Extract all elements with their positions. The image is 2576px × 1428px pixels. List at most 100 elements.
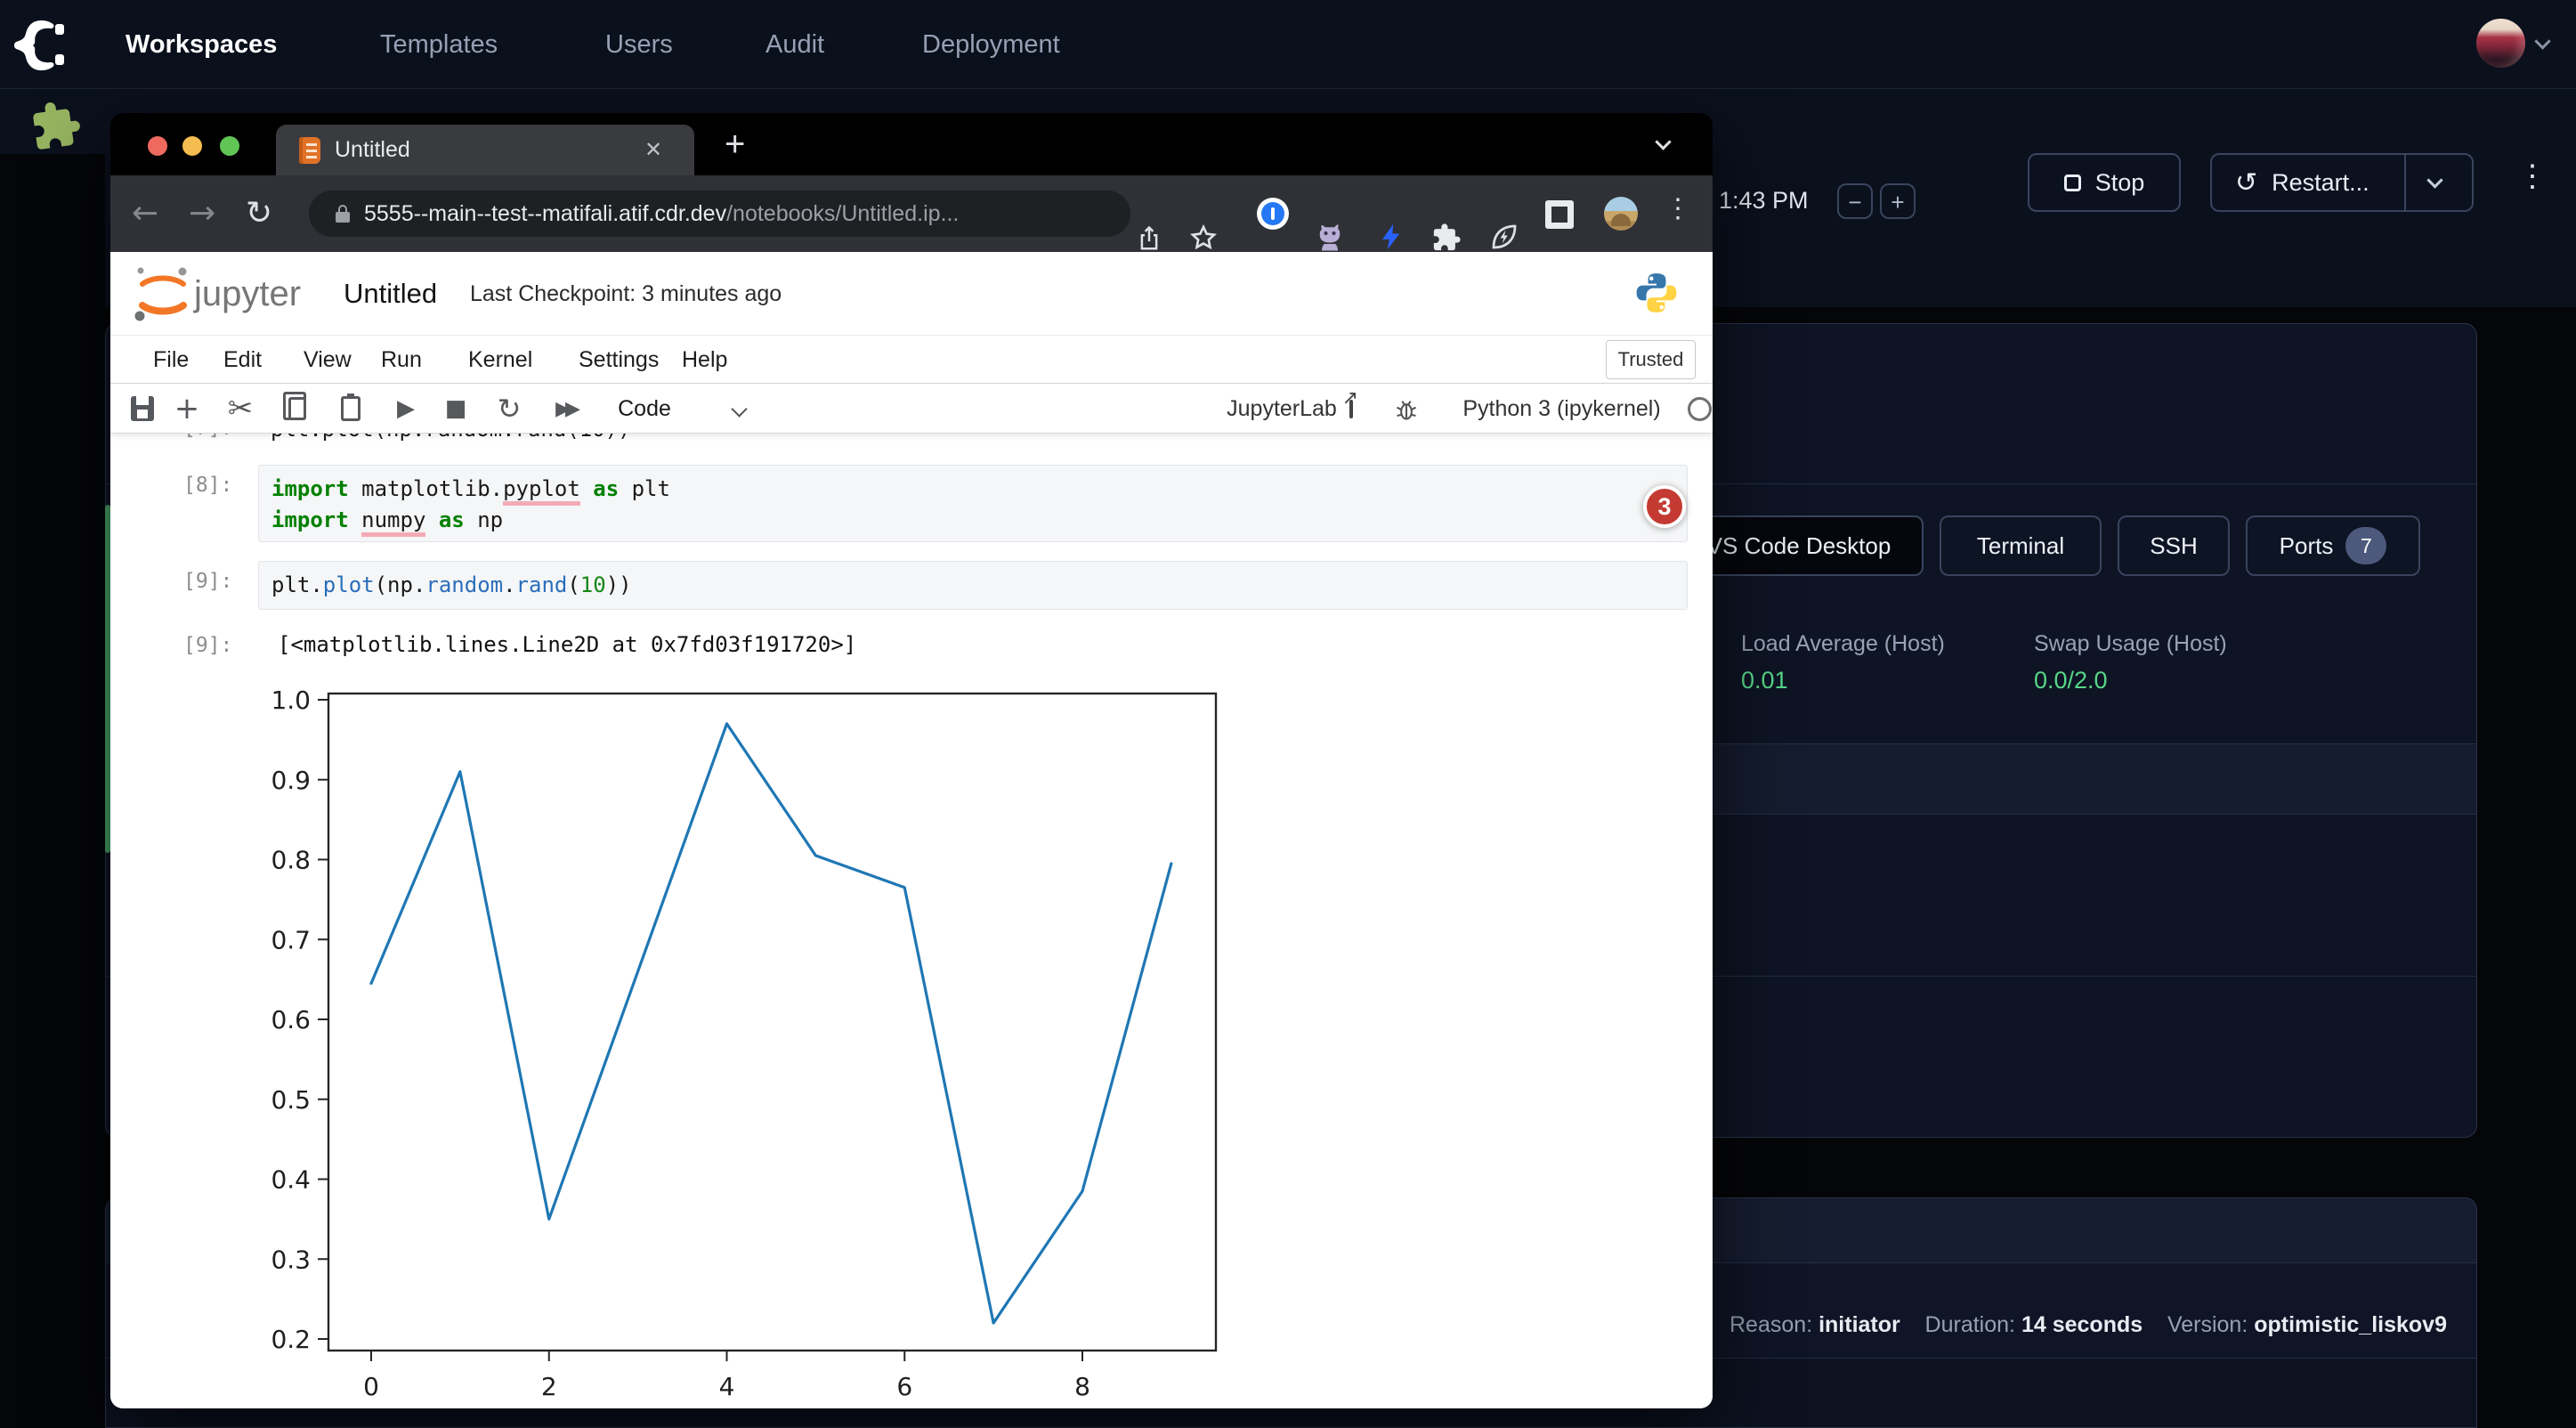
- cell-prompt: [8]:: [183, 474, 232, 497]
- menu-file[interactable]: File: [153, 336, 189, 384]
- swap-usage-value: 0.0/2.0: [2034, 667, 2108, 694]
- nav-templates[interactable]: Templates: [380, 0, 498, 89]
- nav-workspaces[interactable]: Workspaces: [126, 0, 277, 89]
- menu-view[interactable]: View: [304, 336, 352, 384]
- open-jupyterlab-link[interactable]: JupyterLab: [1224, 384, 1340, 434]
- jupyter-wordmark: jupyter: [193, 274, 301, 313]
- window-minimize-button[interactable]: [182, 136, 202, 156]
- code-cell[interactable]: import matplotlib.pyplot as plt import n…: [258, 465, 1688, 542]
- ports-count-badge: 7: [2345, 527, 2386, 564]
- extension-1password-icon[interactable]: [1257, 198, 1289, 230]
- add-cell-button[interactable]: +: [169, 384, 205, 434]
- puzzle-icon: [27, 96, 85, 155]
- lock-icon: [332, 203, 353, 224]
- svg-text:8: 8: [1074, 1372, 1090, 1400]
- svg-text:0.8: 0.8: [271, 846, 311, 875]
- browser-toolbar: ← → ↻ 5555--main--test--matifali.atif.cd…: [110, 175, 1713, 252]
- build-info-row[interactable]: Reason: initiator Duration: 14 seconds V…: [1729, 1307, 2447, 1343]
- svg-text:0.9: 0.9: [271, 766, 311, 795]
- interrupt-kernel-button[interactable]: ■: [438, 384, 474, 434]
- zoom-in-button[interactable]: +: [1880, 183, 1916, 219]
- nav-deployment[interactable]: Deployment: [922, 0, 1060, 89]
- menu-edit[interactable]: Edit: [223, 336, 262, 384]
- external-link-icon[interactable]: [1349, 400, 1353, 418]
- app-button-ssh[interactable]: SSH: [2118, 515, 2230, 576]
- code-line: plt.plot(np.random.rand(10)): [271, 570, 1687, 601]
- swap-usage-label: Swap Usage (Host): [2034, 631, 2227, 657]
- nav-audit[interactable]: Audit: [766, 0, 824, 89]
- svg-text:4: 4: [719, 1372, 735, 1400]
- notebook-title[interactable]: Untitled: [344, 252, 437, 336]
- python-logo-icon: [1635, 272, 1678, 314]
- menu-help[interactable]: Help: [682, 336, 727, 384]
- browser-tabstrip: Untitled ✕ +: [110, 113, 1713, 175]
- cell-type-chevron-icon[interactable]: [731, 401, 747, 417]
- user-menu-chevron-icon[interactable]: [2534, 33, 2550, 49]
- notification-badge[interactable]: 3: [1643, 485, 1686, 528]
- new-tab-button[interactable]: +: [725, 120, 745, 168]
- url-host: 5555--main--test--matifali.atif.cdr.dev: [364, 201, 726, 226]
- coder-logo-icon: [12, 16, 68, 73]
- restart-icon: ↺: [2235, 167, 2257, 199]
- jupyter-page: jupyter Untitled Last Checkpoint: 3 minu…: [110, 252, 1713, 1408]
- window-maximize-button[interactable]: [220, 136, 239, 156]
- forward-button[interactable]: →: [189, 175, 215, 252]
- code-cell[interactable]: plt.plot(np.random.rand(10)): [258, 561, 1688, 610]
- left-gutter: [0, 154, 105, 307]
- load-average-value: 0.01: [1741, 667, 1788, 694]
- save-button[interactable]: [125, 384, 160, 434]
- address-bar[interactable]: 5555--main--test--matifali.atif.cdr.dev/…: [309, 191, 1130, 237]
- kernel-name[interactable]: Python 3 (ipykernel): [1453, 384, 1671, 434]
- notebook-checkpoint: Last Checkpoint: 3 minutes ago: [470, 252, 782, 336]
- debugger-bug-icon[interactable]: [1394, 397, 1419, 422]
- url-path: /notebooks/Untitled.ip...: [726, 201, 959, 226]
- svg-text:0.6: 0.6: [271, 1005, 311, 1034]
- restart-button[interactable]: ↺ Restart...: [2210, 153, 2474, 212]
- trusted-button[interactable]: Trusted: [1606, 340, 1696, 379]
- stop-icon: [2064, 174, 2081, 191]
- jupyter-toolbar: + ✂ ▶ ■ ↻ ▶▶ Code JupyterLab Python 3 (i…: [110, 384, 1713, 434]
- restart-options-chevron-icon[interactable]: [2426, 172, 2442, 188]
- save-icon: [131, 396, 154, 421]
- menu-run[interactable]: Run: [381, 336, 422, 384]
- app-button-terminal[interactable]: Terminal: [1940, 515, 2102, 576]
- paste-cell-button[interactable]: [333, 384, 369, 434]
- matplotlib-line-chart: 0.20.30.40.50.60.70.80.91.002468: [235, 661, 1285, 1400]
- workspace-kebab-menu[interactable]: ⋮: [2517, 158, 2548, 194]
- nav-users[interactable]: Users: [605, 0, 673, 89]
- svg-text:0.5: 0.5: [271, 1085, 311, 1115]
- clipped-previous-cell: [7]: plt.plot(np.random.rand(10)): [110, 434, 1713, 446]
- menu-kernel[interactable]: Kernel: [468, 336, 532, 384]
- restart-kernel-button[interactable]: ↻: [491, 384, 527, 434]
- stop-button[interactable]: Stop: [2028, 153, 2181, 212]
- svg-text:0.4: 0.4: [271, 1165, 311, 1195]
- cut-cell-button[interactable]: ✂: [221, 384, 260, 434]
- paste-icon: [341, 396, 360, 421]
- code-line: import matplotlib.pyplot as plt: [271, 474, 1687, 505]
- run-cell-button[interactable]: ▶: [388, 384, 424, 434]
- user-avatar[interactable]: [2476, 19, 2525, 68]
- tab-search-chevron-icon[interactable]: [1655, 134, 1671, 150]
- back-button[interactable]: ←: [132, 175, 158, 252]
- window-close-button[interactable]: [148, 136, 167, 156]
- copy-icon: [288, 397, 306, 420]
- run-all-button[interactable]: ▶▶: [543, 384, 587, 434]
- code-line: import numpy as np: [271, 505, 1687, 536]
- svg-text:6: 6: [896, 1372, 912, 1400]
- extension-frame-icon[interactable]: [1545, 200, 1574, 229]
- restart-divider: [2404, 155, 2406, 210]
- menu-settings[interactable]: Settings: [579, 336, 659, 384]
- notebook-content: [7]: plt.plot(np.random.rand(10)) [8]: i…: [110, 434, 1713, 1408]
- svg-text:0.2: 0.2: [271, 1325, 311, 1354]
- cell-type-select[interactable]: Code: [613, 384, 676, 434]
- browser-tab[interactable]: Untitled ✕: [276, 125, 694, 175]
- browser-kebab-menu[interactable]: ⋮: [1665, 193, 1691, 224]
- browser-profile-avatar[interactable]: [1604, 197, 1638, 231]
- copy-cell-button[interactable]: [279, 384, 315, 434]
- workspace-time: 1:43 PM: [1719, 176, 1809, 224]
- zoom-out-button[interactable]: −: [1837, 183, 1873, 219]
- reload-button[interactable]: ↻: [246, 175, 272, 252]
- tab-close-icon[interactable]: ✕: [644, 125, 662, 175]
- app-button-ports[interactable]: Ports 7: [2246, 515, 2420, 576]
- jupyter-header: jupyter Untitled Last Checkpoint: 3 minu…: [110, 252, 1713, 336]
